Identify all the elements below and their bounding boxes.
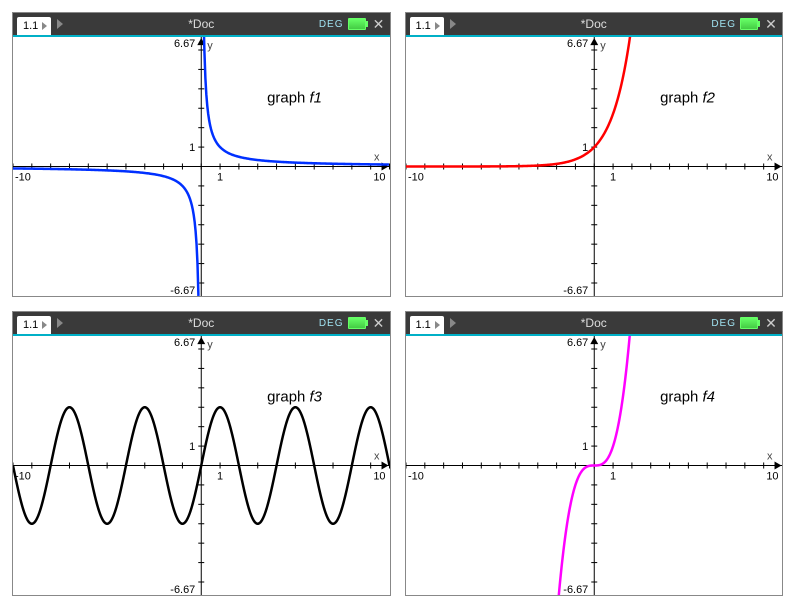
chevron-right-icon [435, 22, 440, 30]
nav-next-icon[interactable] [450, 19, 456, 29]
plot-area[interactable]: xy-101016.67-6.671graph f2 [406, 37, 783, 296]
chevron-right-icon [435, 321, 440, 329]
svg-text:1: 1 [582, 441, 588, 453]
svg-text:-10: -10 [407, 172, 423, 184]
battery-icon [740, 18, 758, 30]
calculator-window-f3: 1.1 *Doc DEG ✕ xy-101016.67-6.671graph f… [12, 311, 391, 596]
svg-text:6.67: 6.67 [566, 38, 587, 50]
page-tab[interactable]: 1.1 [17, 17, 51, 35]
page-tab-label: 1.1 [23, 319, 38, 331]
svg-text:1: 1 [189, 441, 195, 453]
angle-mode-label: DEG [319, 318, 344, 329]
calculator-window-f2: 1.1 *Doc DEG ✕ xy-101016.67-6.671graph f… [405, 12, 784, 297]
svg-text:y: y [207, 40, 213, 52]
svg-text:10: 10 [766, 172, 778, 184]
page-tab[interactable]: 1.1 [17, 316, 51, 334]
curve-f2 [406, 37, 634, 167]
calculator-window-f4: 1.1 *Doc DEG ✕ x y -10 10 1 6.67 -6.67 1 graph f… [405, 311, 784, 596]
chevron-right-icon [42, 321, 47, 329]
svg-text:y: y [207, 339, 213, 351]
svg-text:6.67: 6.67 [174, 38, 195, 50]
curve-f1 [13, 168, 198, 295]
page-tab-label: 1.1 [23, 20, 38, 32]
svg-text:6.67: 6.67 [566, 337, 587, 349]
calculator-window-f1: 1.1 *Doc DEG ✕ x y -10 10 1 6.67 -6.67 1 graph f… [12, 12, 391, 297]
angle-mode-label: DEG [711, 318, 736, 329]
svg-text:1: 1 [217, 172, 223, 184]
svg-text:y: y [600, 40, 606, 52]
svg-text:-6.67: -6.67 [563, 584, 588, 595]
page-tab-label: 1.1 [416, 20, 431, 32]
plot-svg: x y -10 10 1 6.67 -6.67 1 graph f1 [13, 37, 390, 296]
svg-text:1: 1 [610, 471, 616, 483]
svg-text:x: x [374, 151, 380, 163]
svg-text:x: x [374, 450, 380, 462]
plot-svg: xy-101016.67-6.671graph f2 [406, 37, 783, 296]
nav-next-icon[interactable] [450, 318, 456, 328]
plot-svg: xy-101016.67-6.671graph f3 [13, 336, 390, 595]
battery-icon [740, 317, 758, 329]
titlebar-right: DEG ✕ [319, 16, 390, 33]
document-title: *Doc [188, 316, 214, 330]
document-title: *Doc [188, 17, 214, 31]
svg-text:1: 1 [189, 142, 195, 154]
svg-text:10: 10 [373, 471, 385, 483]
close-icon[interactable]: ✕ [762, 16, 780, 33]
svg-text:y: y [600, 339, 606, 351]
svg-text:-10: -10 [15, 172, 31, 184]
titlebar-right: DEG ✕ [319, 315, 390, 332]
svg-text:10: 10 [766, 471, 778, 483]
nav-next-icon[interactable] [57, 19, 63, 29]
titlebar-right: DEG ✕ [711, 315, 782, 332]
close-icon[interactable]: ✕ [370, 16, 388, 33]
titlebar: 1.1 *Doc DEG ✕ [406, 13, 783, 37]
angle-mode-label: DEG [711, 19, 736, 30]
angle-mode-label: DEG [319, 19, 344, 30]
titlebar: 1.1 *Doc DEG ✕ [13, 312, 390, 336]
close-icon[interactable]: ✕ [370, 315, 388, 332]
svg-text:-6.67: -6.67 [170, 285, 195, 296]
battery-icon [348, 317, 366, 329]
document-title: *Doc [581, 316, 607, 330]
svg-text:-6.67: -6.67 [170, 584, 195, 595]
svg-text:1: 1 [610, 172, 616, 184]
nav-next-icon[interactable] [57, 318, 63, 328]
graph-label: graph f1 [267, 89, 322, 106]
document-title: *Doc [581, 17, 607, 31]
titlebar: 1.1 *Doc DEG ✕ [13, 13, 390, 37]
svg-text:x: x [767, 450, 773, 462]
graph-label: graph f2 [660, 89, 715, 106]
svg-text:-6.67: -6.67 [563, 285, 588, 296]
chevron-right-icon [42, 22, 47, 30]
svg-text:6.67: 6.67 [174, 337, 195, 349]
page-tab-label: 1.1 [416, 319, 431, 331]
svg-text:10: 10 [373, 172, 385, 184]
titlebar-right: DEG ✕ [711, 16, 782, 33]
svg-text:-10: -10 [407, 471, 423, 483]
plot-area[interactable]: x y -10 10 1 6.67 -6.67 1 graph f1 [13, 37, 390, 296]
graph-label: graph f3 [267, 388, 322, 405]
close-icon[interactable]: ✕ [762, 315, 780, 332]
page-tab[interactable]: 1.1 [410, 316, 444, 334]
plot-area[interactable]: xy-101016.67-6.671graph f3 [13, 336, 390, 595]
graph-label: graph f4 [660, 388, 715, 405]
svg-text:1: 1 [217, 471, 223, 483]
plot-area[interactable]: x y -10 10 1 6.67 -6.67 1 graph f4 [406, 336, 783, 595]
titlebar: 1.1 *Doc DEG ✕ [406, 312, 783, 336]
plot-svg: x y -10 10 1 6.67 -6.67 1 graph f4 [406, 336, 783, 595]
battery-icon [348, 18, 366, 30]
page-tab[interactable]: 1.1 [410, 17, 444, 35]
svg-text:x: x [767, 151, 773, 163]
